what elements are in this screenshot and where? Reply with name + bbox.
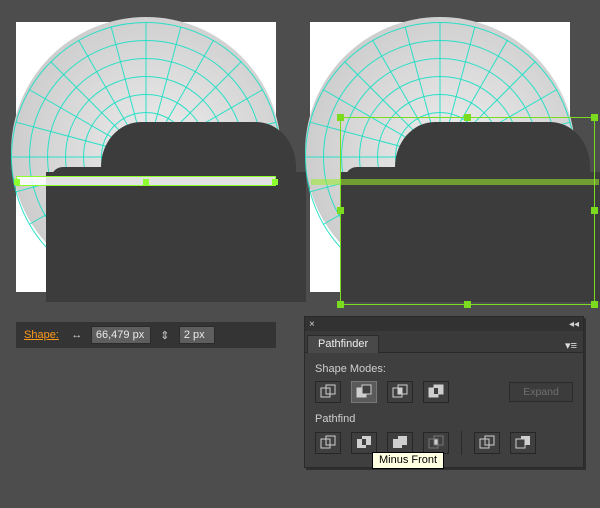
selection-bbox[interactable] bbox=[340, 117, 595, 305]
pathfinder-trim[interactable] bbox=[351, 432, 377, 454]
shape-label[interactable]: Shape: bbox=[24, 329, 59, 341]
artboard-right bbox=[310, 22, 570, 292]
panel-tabs: Pathfinder ▾≡ bbox=[305, 331, 583, 353]
artboard-left bbox=[16, 22, 276, 292]
panel-menu-icon[interactable]: ▾≡ bbox=[565, 339, 577, 352]
height-input[interactable] bbox=[179, 326, 215, 344]
expand-button[interactable]: Expand bbox=[509, 382, 573, 402]
collapse-icon[interactable]: ◂◂ bbox=[569, 319, 579, 330]
section-shape-modes: Shape Modes: bbox=[315, 363, 573, 375]
section-pathfinders: Pathfind bbox=[315, 413, 573, 425]
shape-mode-intersect[interactable] bbox=[387, 381, 413, 403]
separator bbox=[461, 431, 462, 455]
shape-mode-exclude[interactable] bbox=[423, 381, 449, 403]
width-icon: ↔ bbox=[69, 329, 85, 341]
selection-rule[interactable] bbox=[16, 176, 276, 186]
pathfinder-divide[interactable] bbox=[315, 432, 341, 454]
width-input[interactable] bbox=[91, 326, 151, 344]
shape-mode-unite[interactable] bbox=[315, 381, 341, 403]
pathfinder-merge[interactable] bbox=[387, 432, 413, 454]
tab-pathfinder[interactable]: Pathfinder bbox=[307, 335, 379, 353]
link-wh-icon[interactable]: ⇕ bbox=[157, 329, 173, 342]
shape-mode-minus-front[interactable] bbox=[351, 381, 377, 403]
tooltip-minus-front: Minus Front bbox=[372, 452, 444, 469]
pathfinder-panel: × ◂◂ Pathfinder ▾≡ Shape Modes: Expand P… bbox=[304, 316, 584, 468]
close-icon[interactable]: × bbox=[309, 319, 315, 330]
pathfinder-outline[interactable] bbox=[474, 432, 500, 454]
panel-topbar[interactable]: × ◂◂ bbox=[305, 317, 583, 331]
shape-options-bar: Shape: ↔ ⇕ bbox=[16, 322, 276, 348]
pathfinder-crop[interactable] bbox=[423, 432, 449, 454]
pathfinder-minus-back[interactable] bbox=[510, 432, 536, 454]
dark-shape bbox=[101, 122, 296, 302]
